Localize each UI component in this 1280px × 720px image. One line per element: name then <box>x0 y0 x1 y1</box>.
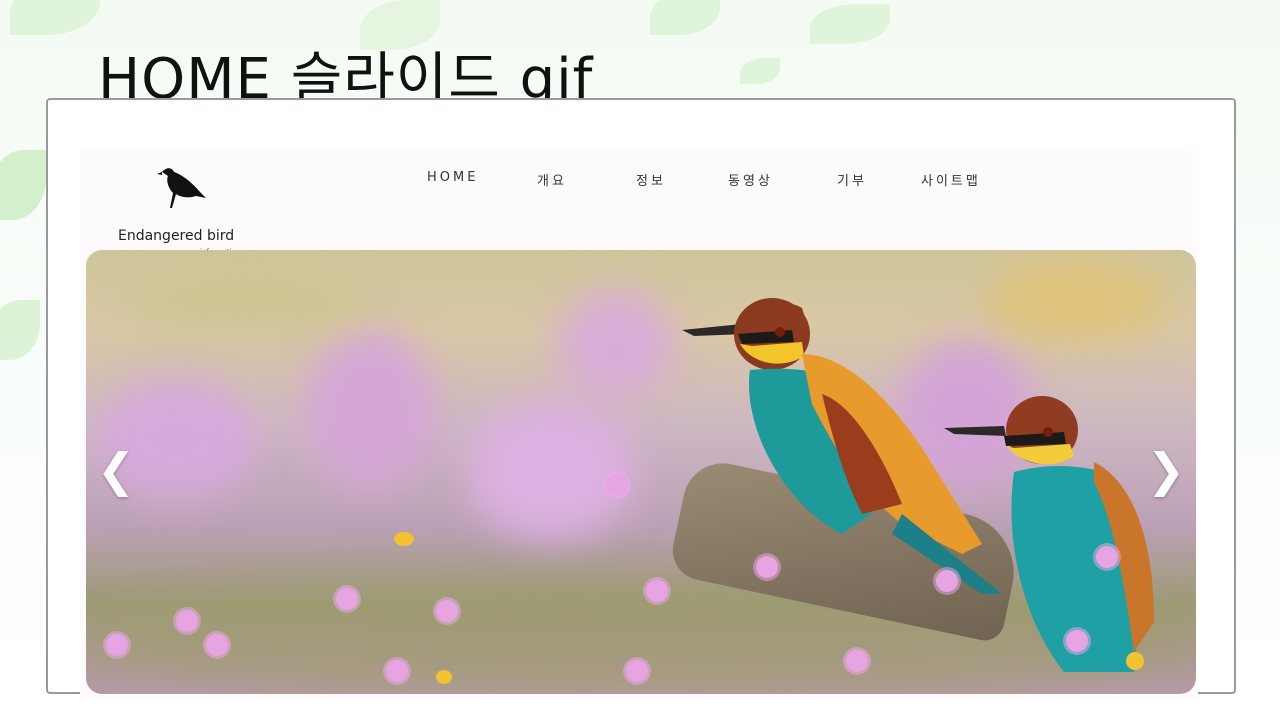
nav-item-overview[interactable]: 개요 <box>537 170 567 189</box>
nav-item-sitemap[interactable]: 사이트맵 <box>921 170 981 189</box>
leaf-decoration <box>0 300 40 360</box>
nav-item-info[interactable]: 정보 <box>636 170 666 189</box>
slider-prev-button[interactable]: ❮ <box>96 440 136 500</box>
nav-item-home[interactable]: HOME <box>427 170 478 185</box>
nav-item-donate[interactable]: 기부 <box>837 170 867 189</box>
slider-next-button[interactable]: ❯ <box>1146 440 1186 500</box>
slide-image <box>86 250 1196 694</box>
main-nav: HOME 개요 정보 동영상 기부 사이트맵 <box>80 170 1198 192</box>
image-slider: ❮ ❯ <box>86 250 1196 694</box>
bird-illustration <box>944 396 1154 672</box>
leaf-decoration <box>10 0 100 35</box>
leaf-decoration <box>810 4 890 44</box>
leaf-decoration <box>650 0 720 35</box>
leaf-decoration <box>740 58 780 84</box>
logo-name: Endangered bird <box>118 228 235 244</box>
leaf-decoration <box>0 150 46 220</box>
nav-item-video[interactable]: 동영상 <box>728 170 773 189</box>
